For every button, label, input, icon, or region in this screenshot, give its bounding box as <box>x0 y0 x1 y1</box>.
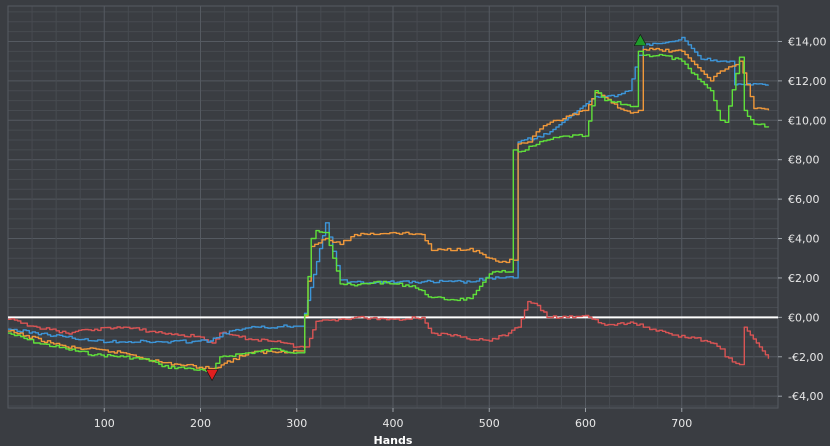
y-tick-label: €8,00 <box>788 154 820 167</box>
x-tick-label: 500 <box>479 417 500 430</box>
y-tick-label: -€2,00 <box>788 351 823 364</box>
y-tick-label: €4,00 <box>788 233 820 246</box>
x-tick-label: 300 <box>286 417 307 430</box>
y-tick-label: -€4,00 <box>788 390 823 403</box>
y-tick-label: €2,00 <box>788 272 820 285</box>
y-tick-label: €12,00 <box>788 75 827 88</box>
y-tick-label: €14,00 <box>788 35 827 48</box>
x-tick-label: 200 <box>190 417 211 430</box>
x-axis-label: Hands <box>374 434 413 446</box>
pnl-chart: -€4,00 -€2,00 €0,00 €2,00 €4,00 €6,00 €8,00 €10… <box>0 0 830 446</box>
x-tick-label: 600 <box>575 417 596 430</box>
x-tick-label: 700 <box>671 417 692 430</box>
y-tick-label: €10,00 <box>788 114 827 127</box>
y-tick-label: €0,00 <box>788 311 820 324</box>
y-tick-label: €6,00 <box>788 193 820 206</box>
x-tick-label: 400 <box>383 417 404 430</box>
x-tick-label: 100 <box>94 417 115 430</box>
pnl-chart-svg: -€4,00 -€2,00 €0,00 €2,00 €4,00 €6,00 €8,00 €10… <box>0 0 830 446</box>
